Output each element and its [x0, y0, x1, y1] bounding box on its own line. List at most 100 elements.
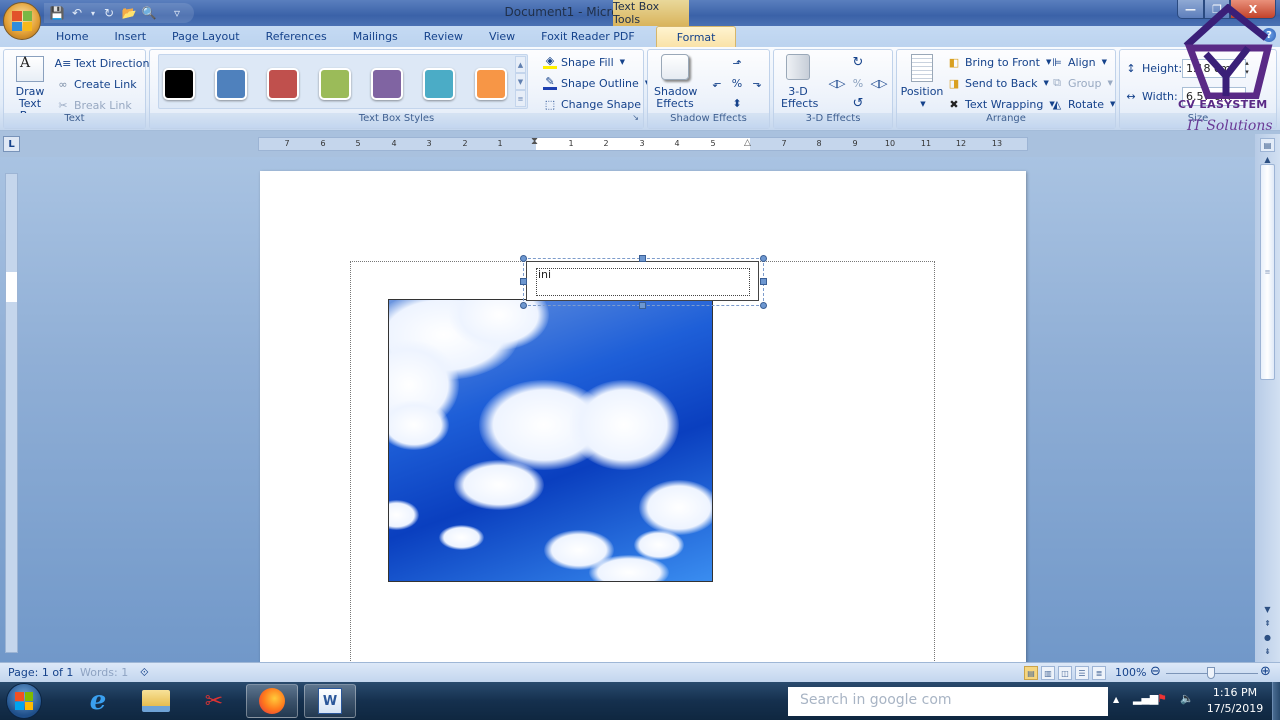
nudge-shadow-down-icon[interactable]: ⬍ [730, 96, 744, 110]
snipping-tool-button[interactable]: ✂ [188, 684, 240, 718]
scrollbar-thumb[interactable]: ≡ [1260, 164, 1275, 380]
full-screen-reading-button[interactable]: ▥ [1041, 666, 1055, 680]
zoom-in-button[interactable]: ⊕ [1260, 664, 1271, 679]
height-spinner[interactable]: ▴ ▾ [1242, 59, 1252, 78]
scroll-down-button[interactable]: ▼ [1260, 602, 1275, 616]
undo-icon[interactable]: ↶ [70, 6, 84, 20]
right-indent-marker[interactable]: △ [744, 138, 751, 148]
view-ruler-icon[interactable]: ▤ [1260, 138, 1275, 152]
tab-format[interactable]: Format [655, 26, 737, 47]
firefox-button[interactable] [246, 684, 298, 718]
word-count[interactable]: Words: 1 [80, 666, 128, 679]
text-box[interactable]: ini [526, 261, 759, 301]
resize-handle-bottom-right[interactable] [760, 302, 767, 309]
style-swatch-purple[interactable] [371, 68, 403, 100]
internet-explorer-button[interactable]: e [72, 684, 124, 718]
previous-page-button[interactable]: ⇞ [1260, 616, 1275, 630]
nudge-shadow-up-icon[interactable]: ⬏ [730, 56, 744, 70]
tab-home[interactable]: Home [44, 26, 101, 47]
print-preview-icon[interactable]: 🔍 [142, 6, 157, 20]
height-input[interactable]: 1.18 cm [1182, 59, 1246, 78]
send-to-back-button[interactable]: ◨ Send to Back ▼ [947, 76, 1049, 90]
network-icon[interactable]: ▂▄▆ [1133, 692, 1158, 705]
nudge-shadow-right-icon[interactable]: ⬎ [750, 76, 764, 90]
redo-icon[interactable]: ↻ [102, 6, 116, 20]
proofing-icon[interactable]: ⟐ [140, 666, 149, 680]
tilt-down-icon[interactable]: ↺ [851, 96, 865, 111]
draft-view-button[interactable]: ≣ [1092, 666, 1106, 680]
tab-page-layout[interactable]: Page Layout [159, 26, 253, 47]
page-count[interactable]: Page: 1 of 1 [8, 666, 73, 679]
shape-fill-button[interactable]: ◈ Shape Fill ▼ [543, 54, 625, 69]
text-box-content[interactable]: ini [536, 268, 750, 296]
gallery-scroll-down-button[interactable]: ▼ [515, 73, 526, 90]
shape-outline-button[interactable]: ✎ Shape Outline▼ [543, 75, 650, 90]
tilt-right-icon[interactable]: ◁▷ [871, 76, 888, 90]
zoom-out-button[interactable]: ⊖ [1150, 664, 1161, 679]
show-desktop-button[interactable] [1272, 682, 1280, 720]
text-wrapping-button[interactable]: ✖ Text Wrapping ▼ [947, 97, 1054, 111]
tab-stop-selector[interactable]: L [3, 136, 20, 152]
gallery-scroll-up-button[interactable]: ▲ [515, 56, 526, 73]
dialog-launcher-icon[interactable]: ↘ [632, 113, 639, 122]
show-hidden-icons-button[interactable]: ▲ [1113, 695, 1119, 704]
zoom-level[interactable]: 100% [1115, 666, 1146, 679]
vertical-ruler[interactable] [5, 173, 18, 653]
tab-review[interactable]: Review [411, 26, 476, 47]
break-link-button[interactable]: ✂ Break Link [56, 98, 131, 112]
bring-to-front-button[interactable]: ◧ Bring to Front ▼ [947, 55, 1052, 69]
tab-mailings[interactable]: Mailings [340, 26, 411, 47]
help-icon[interactable]: ? [1262, 28, 1276, 42]
nudge-shadow-left-icon[interactable]: ⬐ [710, 76, 724, 90]
undo-dropdown-icon[interactable]: ▾ [90, 6, 96, 20]
next-page-button[interactable]: ⇟ [1260, 644, 1275, 658]
resize-handle-right[interactable] [760, 278, 767, 285]
tilt-left-icon[interactable]: ◁▷ [829, 76, 846, 90]
shadow-toggle-icon[interactable]: % [730, 76, 744, 90]
tab-references[interactable]: References [253, 26, 340, 47]
file-explorer-button[interactable] [130, 684, 182, 718]
tab-foxit-reader-pdf[interactable]: Foxit Reader PDF [528, 26, 648, 47]
width-input[interactable]: 6.57 cm [1182, 87, 1246, 106]
zoom-slider-thumb[interactable] [1207, 667, 1215, 679]
save-icon[interactable]: 💾 [50, 6, 65, 20]
minimize-button[interactable]: — [1177, 0, 1204, 19]
print-layout-view-button[interactable]: ▤ [1024, 666, 1038, 680]
style-swatch-aqua[interactable] [423, 68, 455, 100]
maximize-button[interactable]: ❐ [1204, 0, 1230, 19]
word-button[interactable]: W [304, 684, 356, 718]
google-search-box[interactable]: Search in google com [788, 687, 1108, 716]
volume-icon[interactable]: 🔈 [1180, 692, 1194, 705]
office-button[interactable] [3, 2, 41, 40]
close-button[interactable]: X [1230, 0, 1276, 19]
resize-handle-bottom-left[interactable] [520, 302, 527, 309]
web-layout-button[interactable]: ◫ [1058, 666, 1072, 680]
resize-handle-top[interactable] [639, 255, 646, 262]
sky-clouds-picture[interactable] [388, 299, 713, 582]
resize-handle-top-left[interactable] [520, 255, 527, 262]
tab-view[interactable]: View [476, 26, 528, 47]
style-swatch-black[interactable] [163, 68, 195, 100]
select-browse-object-button[interactable]: ● [1260, 630, 1275, 644]
tab-insert[interactable]: Insert [101, 26, 159, 47]
resize-handle-top-right[interactable] [760, 255, 767, 262]
outline-view-button[interactable]: ☰ [1075, 666, 1089, 680]
shadow-effects-button[interactable]: Shadow Effects [652, 54, 698, 110]
create-link-button[interactable]: ∞ Create Link [56, 77, 136, 91]
start-button[interactable] [6, 683, 42, 719]
position-button[interactable]: Position ▼ [900, 54, 944, 110]
horizontal-ruler[interactable]: 7 6 5 4 3 2 1 ⧗ 1 2 3 4 5 △ 7 8 9 10 11 … [258, 136, 1028, 151]
open-folder-icon[interactable]: 📂 [122, 6, 137, 20]
indent-marker[interactable]: ⧗ [531, 136, 538, 147]
rotate-button[interactable]: ◭ Rotate ▼ [1050, 97, 1116, 111]
style-swatch-orange[interactable] [475, 68, 507, 100]
text-direction-button[interactable]: A≡ Text Direction [55, 56, 150, 70]
style-swatch-green[interactable] [319, 68, 351, 100]
style-swatch-red[interactable] [267, 68, 299, 100]
resize-handle-bottom[interactable] [639, 302, 646, 309]
action-center-flag-icon[interactable]: ⚑ [1157, 692, 1167, 705]
align-button[interactable]: ⊫ Align ▼ [1050, 55, 1107, 69]
change-shape-button[interactable]: ⬚ Change Shape▼ [543, 97, 653, 111]
resize-handle-left[interactable] [520, 278, 527, 285]
style-swatch-blue[interactable] [215, 68, 247, 100]
